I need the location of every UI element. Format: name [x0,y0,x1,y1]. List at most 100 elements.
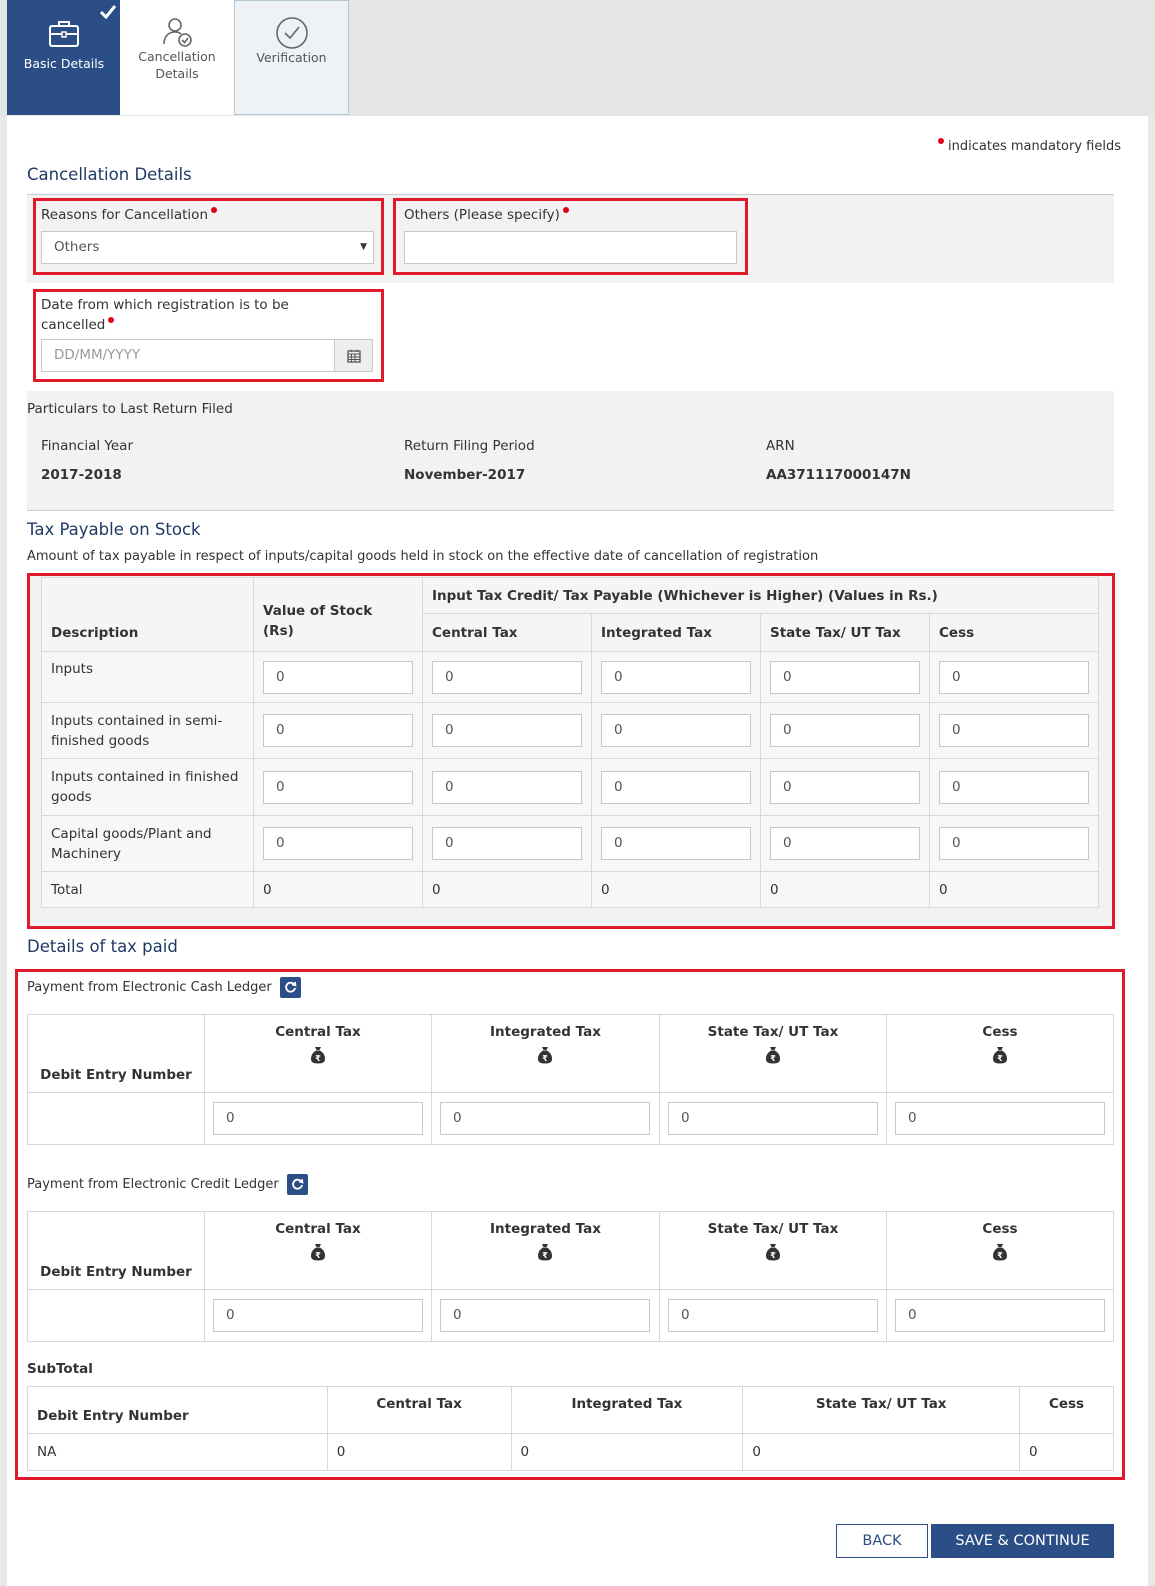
stock-value-input[interactable]: 0 [263,660,413,694]
table-row: Inputs 0 0 0 0 0 [41,651,1099,703]
col-cess: Cess [929,613,1099,652]
required-dot-icon [211,207,217,213]
required-dot-icon [108,317,115,323]
stock-value-input[interactable]: 0 [263,827,413,860]
others-input[interactable] [404,231,737,264]
col-group-itc: Input Tax Credit/ Tax Payable (Whichever… [422,577,1099,614]
col-central-tax: Central Tax ₹ [204,1211,432,1290]
table-row: NA 0 0 0 0 [27,1433,1114,1471]
cash-ledger-text: Payment from Electronic Cash Ledger [27,980,272,995]
tab-label-line1: Cancellation [138,49,216,64]
row-description: Inputs [41,651,254,703]
subtotal-central: 0 [326,1433,512,1471]
stock-value-input[interactable]: 0 [263,714,413,747]
integrated-tax-input[interactable]: 0 [601,714,751,747]
fy-value: 2017-2018 [41,467,122,483]
reason-label: Reasons for Cancellation [41,207,221,223]
user-check-icon [163,18,192,47]
col-debit-entry: Debit Entry Number [27,1211,205,1290]
debit-entry-cell [27,1289,205,1342]
cash-state-input[interactable]: 0 [667,1102,878,1135]
refresh-icon [292,1178,304,1190]
state-tax-input[interactable]: 0 [770,714,920,747]
check-circle-icon [275,17,308,49]
tab-basic-details[interactable]: Basic Details [7,0,121,115]
credit-integrated-input[interactable]: 0 [440,1299,650,1332]
central-tax-input[interactable]: 0 [432,660,582,694]
cash-central-input[interactable]: 0 [213,1102,423,1135]
total-integrated: 0 [591,871,761,908]
cess-input[interactable]: 0 [939,827,1089,860]
rupee-bag-icon: ₹ [538,1047,553,1064]
col-cess: Cess [1019,1386,1114,1434]
tab-verification[interactable]: Verification [234,0,349,115]
credit-ledger-text: Payment from Electronic Credit Ledger [27,1177,279,1192]
svg-text:₹: ₹ [997,1251,1003,1260]
credit-ledger-label: Payment from Electronic Credit Ledger [27,1174,308,1195]
state-tax-input[interactable]: 0 [770,827,920,860]
integrated-tax-input[interactable]: 0 [601,770,751,804]
total-row: Total 0 0 0 0 0 [41,871,1099,908]
calendar-button[interactable] [334,339,373,372]
refresh-credit-button[interactable] [286,1174,308,1195]
col-state-label: State Tax/ UT Tax [707,1024,839,1040]
date-input[interactable]: DD/MM/YYYY [41,339,335,372]
state-tax-input[interactable]: 0 [770,770,920,804]
col-debit-entry: Debit Entry Number [27,1386,328,1434]
col-central-label: Central Tax [275,1221,361,1237]
back-button[interactable]: BACK [836,1524,928,1558]
col-cess: Cess ₹ [885,1211,1115,1290]
tab-cancellation-details[interactable]: Cancellation Details [120,0,234,115]
rupee-bag-icon: ₹ [311,1047,325,1064]
required-dot-icon [562,207,569,213]
cess-input[interactable]: 0 [939,660,1089,694]
stock-subtitle: Amount of tax payable in respect of inpu… [27,549,819,564]
mandatory-note: indicates mandatory fields [935,138,1121,154]
wizard-tab-bar: Basic Details Cancellation Details Verif… [0,0,1155,116]
central-tax-input[interactable]: 0 [432,714,582,747]
cash-integrated-input[interactable]: 0 [440,1102,650,1135]
tab-basic-details-label: Basic Details [23,56,105,71]
refresh-cash-button[interactable] [279,977,301,998]
credit-central-input[interactable]: 0 [213,1299,423,1332]
col-central-tax: Central Tax [422,613,592,652]
table-row: Inputs contained in finished goods 0 0 0 … [41,758,1099,816]
svg-text:₹: ₹ [315,1251,321,1260]
cess-input[interactable]: 0 [939,714,1089,747]
stock-value-input[interactable]: 0 [263,770,413,804]
cash-cess-input[interactable]: 0 [894,1102,1105,1135]
credit-ledger-table: Debit Entry Number Central Tax ₹ Integrat… [27,1211,1115,1342]
reason-select[interactable]: Others ▼ [41,231,374,264]
main-content: indicates mandatory fields Cancellation … [7,116,1148,1586]
rupee-bag-icon: ₹ [992,1244,1007,1261]
total-state: 0 [760,871,930,908]
total-central: 0 [422,871,592,908]
integrated-tax-input[interactable]: 0 [601,660,751,694]
svg-text:₹: ₹ [543,1251,549,1260]
integrated-tax-input[interactable]: 0 [601,827,751,860]
credit-state-input[interactable]: 0 [667,1299,878,1332]
subtotal-integrated: 0 [510,1433,744,1471]
state-tax-input[interactable]: 0 [770,660,920,694]
credit-cess-input[interactable]: 0 [894,1299,1105,1332]
col-integrated-label: Integrated Tax [490,1024,601,1040]
col-value-of-stock: Value of Stock (Rs) [253,577,423,652]
col-central-label: Central Tax [275,1024,361,1040]
central-tax-input[interactable]: 0 [432,827,582,860]
col-cess-label: Cess [982,1024,1018,1040]
cess-input[interactable]: 0 [939,770,1089,804]
central-tax-input[interactable]: 0 [432,770,582,804]
row-description: Capital goods/Plant and Machinery [41,815,254,872]
col-central-tax: Central Tax [326,1386,512,1434]
col-central-tax: Central Tax ₹ [204,1014,432,1093]
stock-table: Description Value of Stock (Rs) Input Tax… [41,577,1099,908]
others-label-text: Others (Please specify) [404,207,560,223]
save-continue-button[interactable]: SAVE & CONTINUE [931,1524,1114,1558]
cash-ledger-label: Payment from Electronic Cash Ledger [27,977,301,998]
arn-label: ARN [766,438,795,454]
table-row: 0 0 0 0 [27,1092,1115,1145]
rupee-bag-icon: ₹ [311,1244,325,1261]
row-description-line2: goods [51,789,92,805]
total-label: Total [41,871,254,908]
col-state-tax: State Tax/ UT Tax ₹ [658,1211,887,1290]
